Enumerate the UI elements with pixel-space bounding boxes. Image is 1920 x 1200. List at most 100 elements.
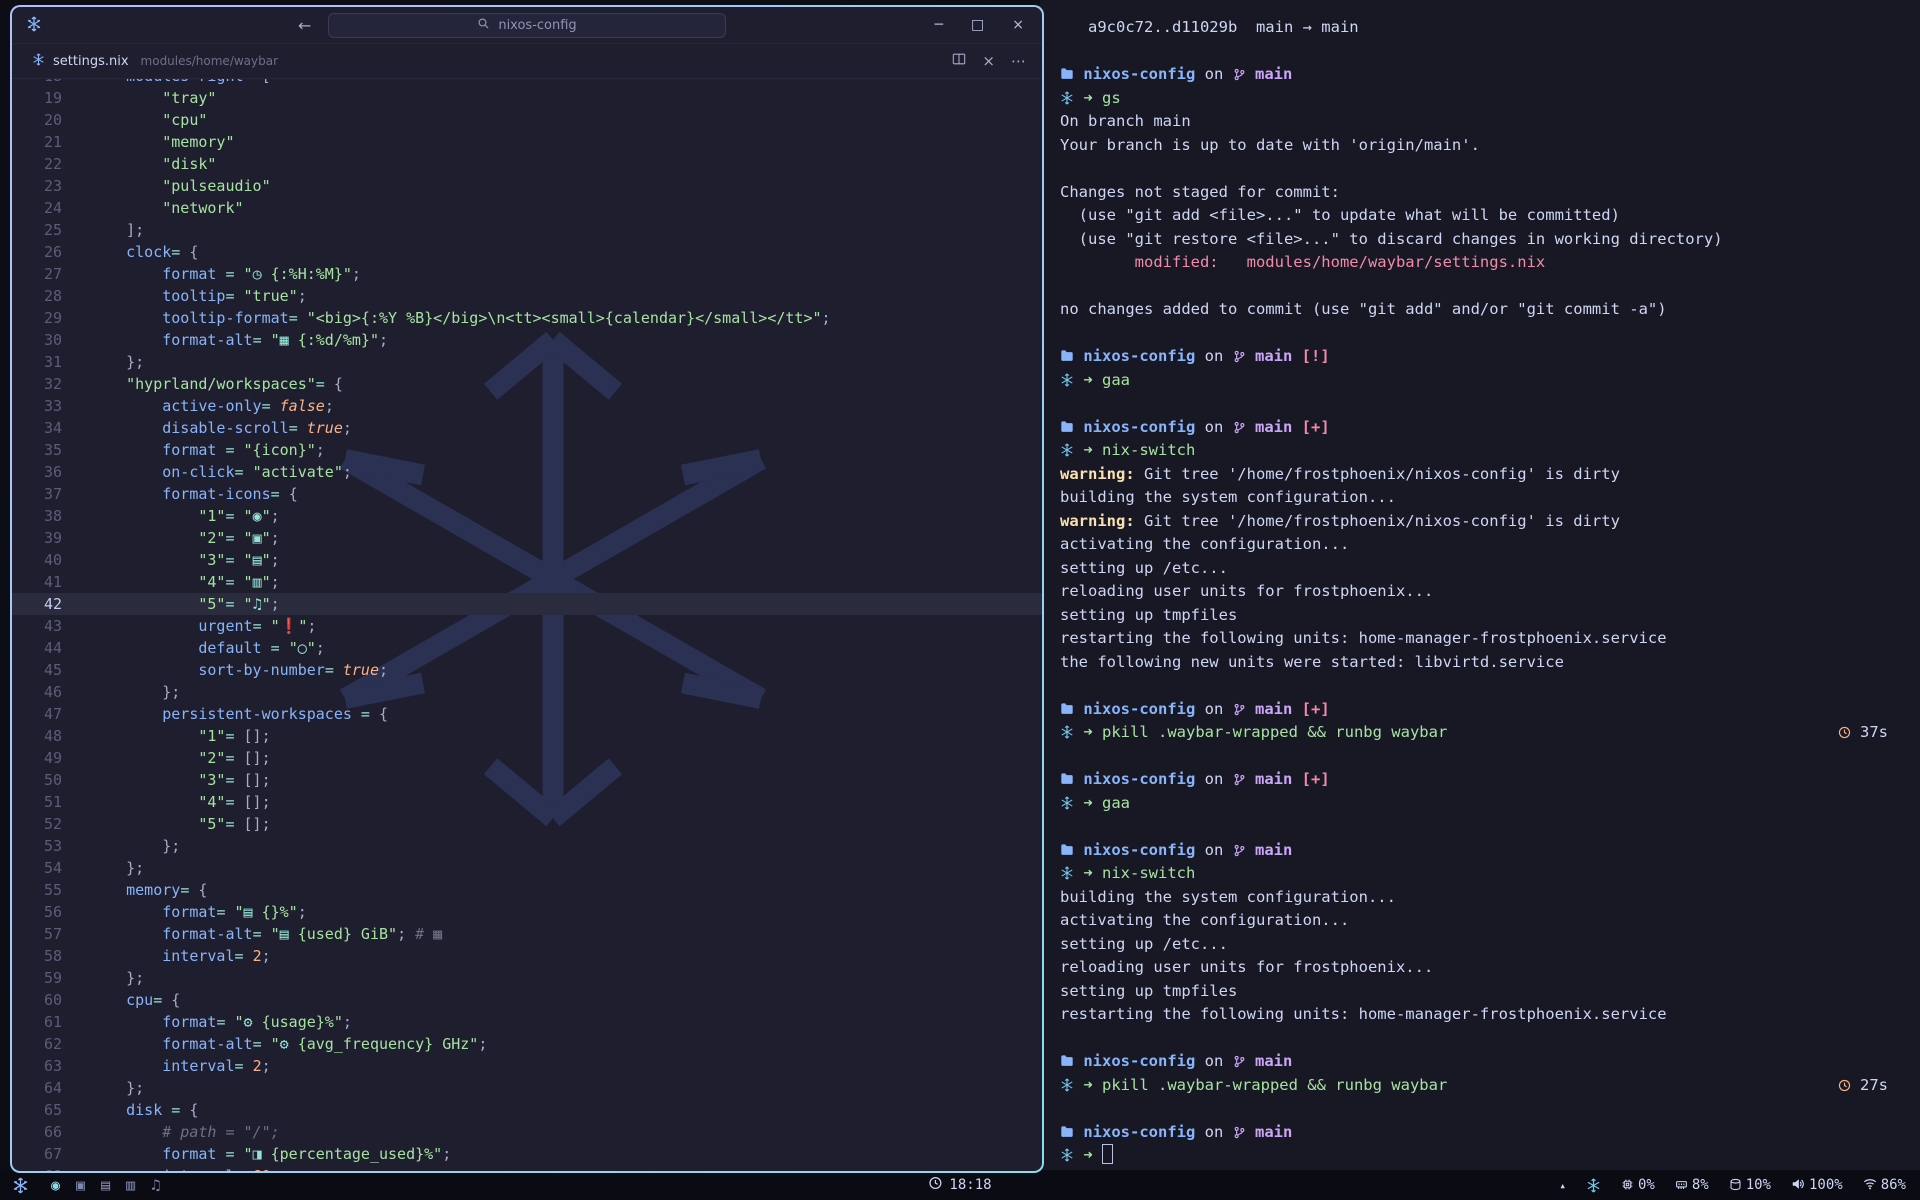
code-line-27[interactable]: 27 format = "◷ {:%H:%M}";: [12, 263, 1042, 285]
nixos-logo-icon[interactable]: [12, 1177, 29, 1194]
code-line-52[interactable]: 52 "5"= [];: [12, 813, 1042, 835]
code-line-20[interactable]: 20 "cpu": [12, 109, 1042, 131]
terminal-line: warning: Git tree '/home/frostphoenix/ni…: [1060, 510, 1906, 534]
code-line-51[interactable]: 51 "4"= [];: [12, 791, 1042, 813]
text-segment: gaa: [1102, 371, 1130, 389]
code-line-39[interactable]: 39 "2"= "▣";: [12, 527, 1042, 549]
workspace-1-button[interactable]: ◉: [51, 1176, 60, 1194]
code-line-34[interactable]: 34 disable-scroll= true;: [12, 417, 1042, 439]
code-line-18[interactable]: 18 modules-right= [: [12, 79, 1042, 87]
code-line-26[interactable]: 26 clock= {: [12, 241, 1042, 263]
code-line-37[interactable]: 37 format-icons= {: [12, 483, 1042, 505]
code-line-38[interactable]: 38 "1"= "◉";: [12, 505, 1042, 527]
code-line-45[interactable]: 45 sort-by-number= true;: [12, 659, 1042, 681]
text-segment: ;: [262, 1057, 271, 1075]
nix-app-icon[interactable]: [26, 16, 42, 36]
tray-nix-icon[interactable]: [1586, 1178, 1601, 1193]
code-line-40[interactable]: 40 "3"= "▤";: [12, 549, 1042, 571]
code-line-64[interactable]: 64 };: [12, 1077, 1042, 1099]
workspace-3-button[interactable]: ▤: [101, 1176, 110, 1194]
code-line-42[interactable]: 42 "5"= "♫";: [12, 593, 1042, 615]
text-segment: warning:: [1060, 512, 1135, 530]
more-actions-icon[interactable]: ⋯: [1011, 52, 1026, 70]
code-line-55[interactable]: 55 memory= {: [12, 879, 1042, 901]
disk-module[interactable]: 10%: [1729, 1177, 1771, 1193]
code-line-59[interactable]: 59 };: [12, 967, 1042, 989]
minimize-button[interactable]: ─: [935, 17, 943, 33]
code-line-31[interactable]: 31 };: [12, 351, 1042, 373]
workspace-2-button[interactable]: ▣: [76, 1176, 85, 1194]
code-line-36[interactable]: 36 on-click= "activate";: [12, 461, 1042, 483]
tab-settings-nix[interactable]: settings.nix modules/home/waybar: [22, 53, 288, 70]
text-segment: memory: [126, 881, 180, 899]
code-line-63[interactable]: 63 interval= 2;: [12, 1055, 1042, 1077]
code-line-21[interactable]: 21 "memory": [12, 131, 1042, 153]
workspace-5-button[interactable]: ♫: [151, 1176, 160, 1194]
text-segment: true: [307, 419, 343, 437]
code-line-48[interactable]: 48 "1"= [];: [12, 725, 1042, 747]
nav-back-button[interactable]: ←: [298, 16, 311, 35]
code-line-35[interactable]: 35 format = "{icon}";: [12, 439, 1042, 461]
line-number: 58: [12, 945, 78, 967]
close-button[interactable]: ×: [1012, 17, 1024, 33]
code-line-44[interactable]: 44 default = "◯";: [12, 637, 1042, 659]
code-text: "1"= [];: [78, 725, 271, 747]
code-line-58[interactable]: 58 interval= 2;: [12, 945, 1042, 967]
line-number: 22: [12, 153, 78, 175]
code-line-30[interactable]: 30 format-alt= "▦ {:%d/%m}";: [12, 329, 1042, 351]
code-line-23[interactable]: 23 "pulseaudio": [12, 175, 1042, 197]
code-line-68[interactable]: 68 interval= 60;: [12, 1165, 1042, 1171]
workspace-4-button[interactable]: ▥: [126, 1176, 135, 1194]
code-line-57[interactable]: 57 format-alt= "▤ {used} GiB"; # ▦: [12, 923, 1042, 945]
code-line-50[interactable]: 50 "3"= [];: [12, 769, 1042, 791]
text-segment: [90, 991, 126, 1009]
terminal-line: no changes added to commit (use "git add…: [1060, 298, 1906, 322]
text-segment: ": [262, 507, 271, 525]
code-line-29[interactable]: 29 tooltip-format= "<big>{:%Y %B}</big>\…: [12, 307, 1042, 329]
text-segment: ;: [442, 1145, 451, 1163]
tray-expand-icon[interactable]: ▴: [1559, 1179, 1566, 1192]
clock-module[interactable]: 18:18: [928, 1176, 991, 1194]
maximize-button[interactable]: □: [971, 17, 984, 33]
code-line-66[interactable]: 66 # path = "/";: [12, 1121, 1042, 1143]
code-line-60[interactable]: 60 cpu= {: [12, 989, 1042, 1011]
code-line-28[interactable]: 28 tooltip= "true";: [12, 285, 1042, 307]
close-editor-icon[interactable]: ×: [982, 52, 995, 70]
text-segment: =: [271, 485, 289, 503]
terminal-window[interactable]: a9c0c72..d11029b main → main nixos-confi…: [1040, 0, 1920, 1170]
cpu-module[interactable]: 0%: [1621, 1177, 1655, 1193]
command-center[interactable]: nixos-config: [328, 13, 726, 38]
code-line-33[interactable]: 33 active-only= false;: [12, 395, 1042, 417]
memory-module[interactable]: 8%: [1675, 1177, 1709, 1193]
code-line-25[interactable]: 25 ];: [12, 219, 1042, 241]
code-line-56[interactable]: 56 format= "▤ {}%";: [12, 901, 1042, 923]
code-line-43[interactable]: 43 urgent= "❗";: [12, 615, 1042, 637]
code-line-65[interactable]: 65 disk = {: [12, 1099, 1042, 1121]
text-segment: gs: [1102, 89, 1121, 107]
code-line-46[interactable]: 46 };: [12, 681, 1042, 703]
text-segment: "pulseaudio": [162, 177, 270, 195]
code-line-19[interactable]: 19 "tray": [12, 87, 1042, 109]
code-line-54[interactable]: 54 };: [12, 857, 1042, 879]
terminal-line: warning: Git tree '/home/frostphoenix/ni…: [1060, 463, 1906, 487]
code-line-41[interactable]: 41 "4"= "▥";: [12, 571, 1042, 593]
text-segment: [90, 309, 162, 327]
network-module[interactable]: 86%: [1863, 1177, 1906, 1193]
split-editor-icon[interactable]: [952, 52, 966, 70]
text-segment: [90, 507, 198, 525]
code-line-67[interactable]: 67 format = "◨ {percentage_used}%";: [12, 1143, 1042, 1165]
volume-module[interactable]: 100%: [1791, 1177, 1843, 1193]
code-line-47[interactable]: 47 persistent-workspaces = {: [12, 703, 1042, 725]
code-line-24[interactable]: 24 "network": [12, 197, 1042, 219]
code-line-53[interactable]: 53 };: [12, 835, 1042, 857]
code-line-32[interactable]: 32 "hyprland/workspaces"= {: [12, 373, 1042, 395]
code-text: "2"= [];: [78, 747, 271, 769]
code-line-61[interactable]: 61 format= "⚙ {usage}%";: [12, 1011, 1042, 1033]
code-line-49[interactable]: 49 "2"= [];: [12, 747, 1042, 769]
code-line-22[interactable]: 22 "disk": [12, 153, 1042, 175]
text-segment: =: [352, 705, 379, 723]
code-text: interval= 2;: [78, 945, 271, 967]
text-segment: {used} GiB": [289, 925, 397, 943]
code-line-62[interactable]: 62 format-alt= "⚙ {avg_frequency} GHz";: [12, 1033, 1042, 1055]
text-segment: =: [225, 287, 243, 305]
